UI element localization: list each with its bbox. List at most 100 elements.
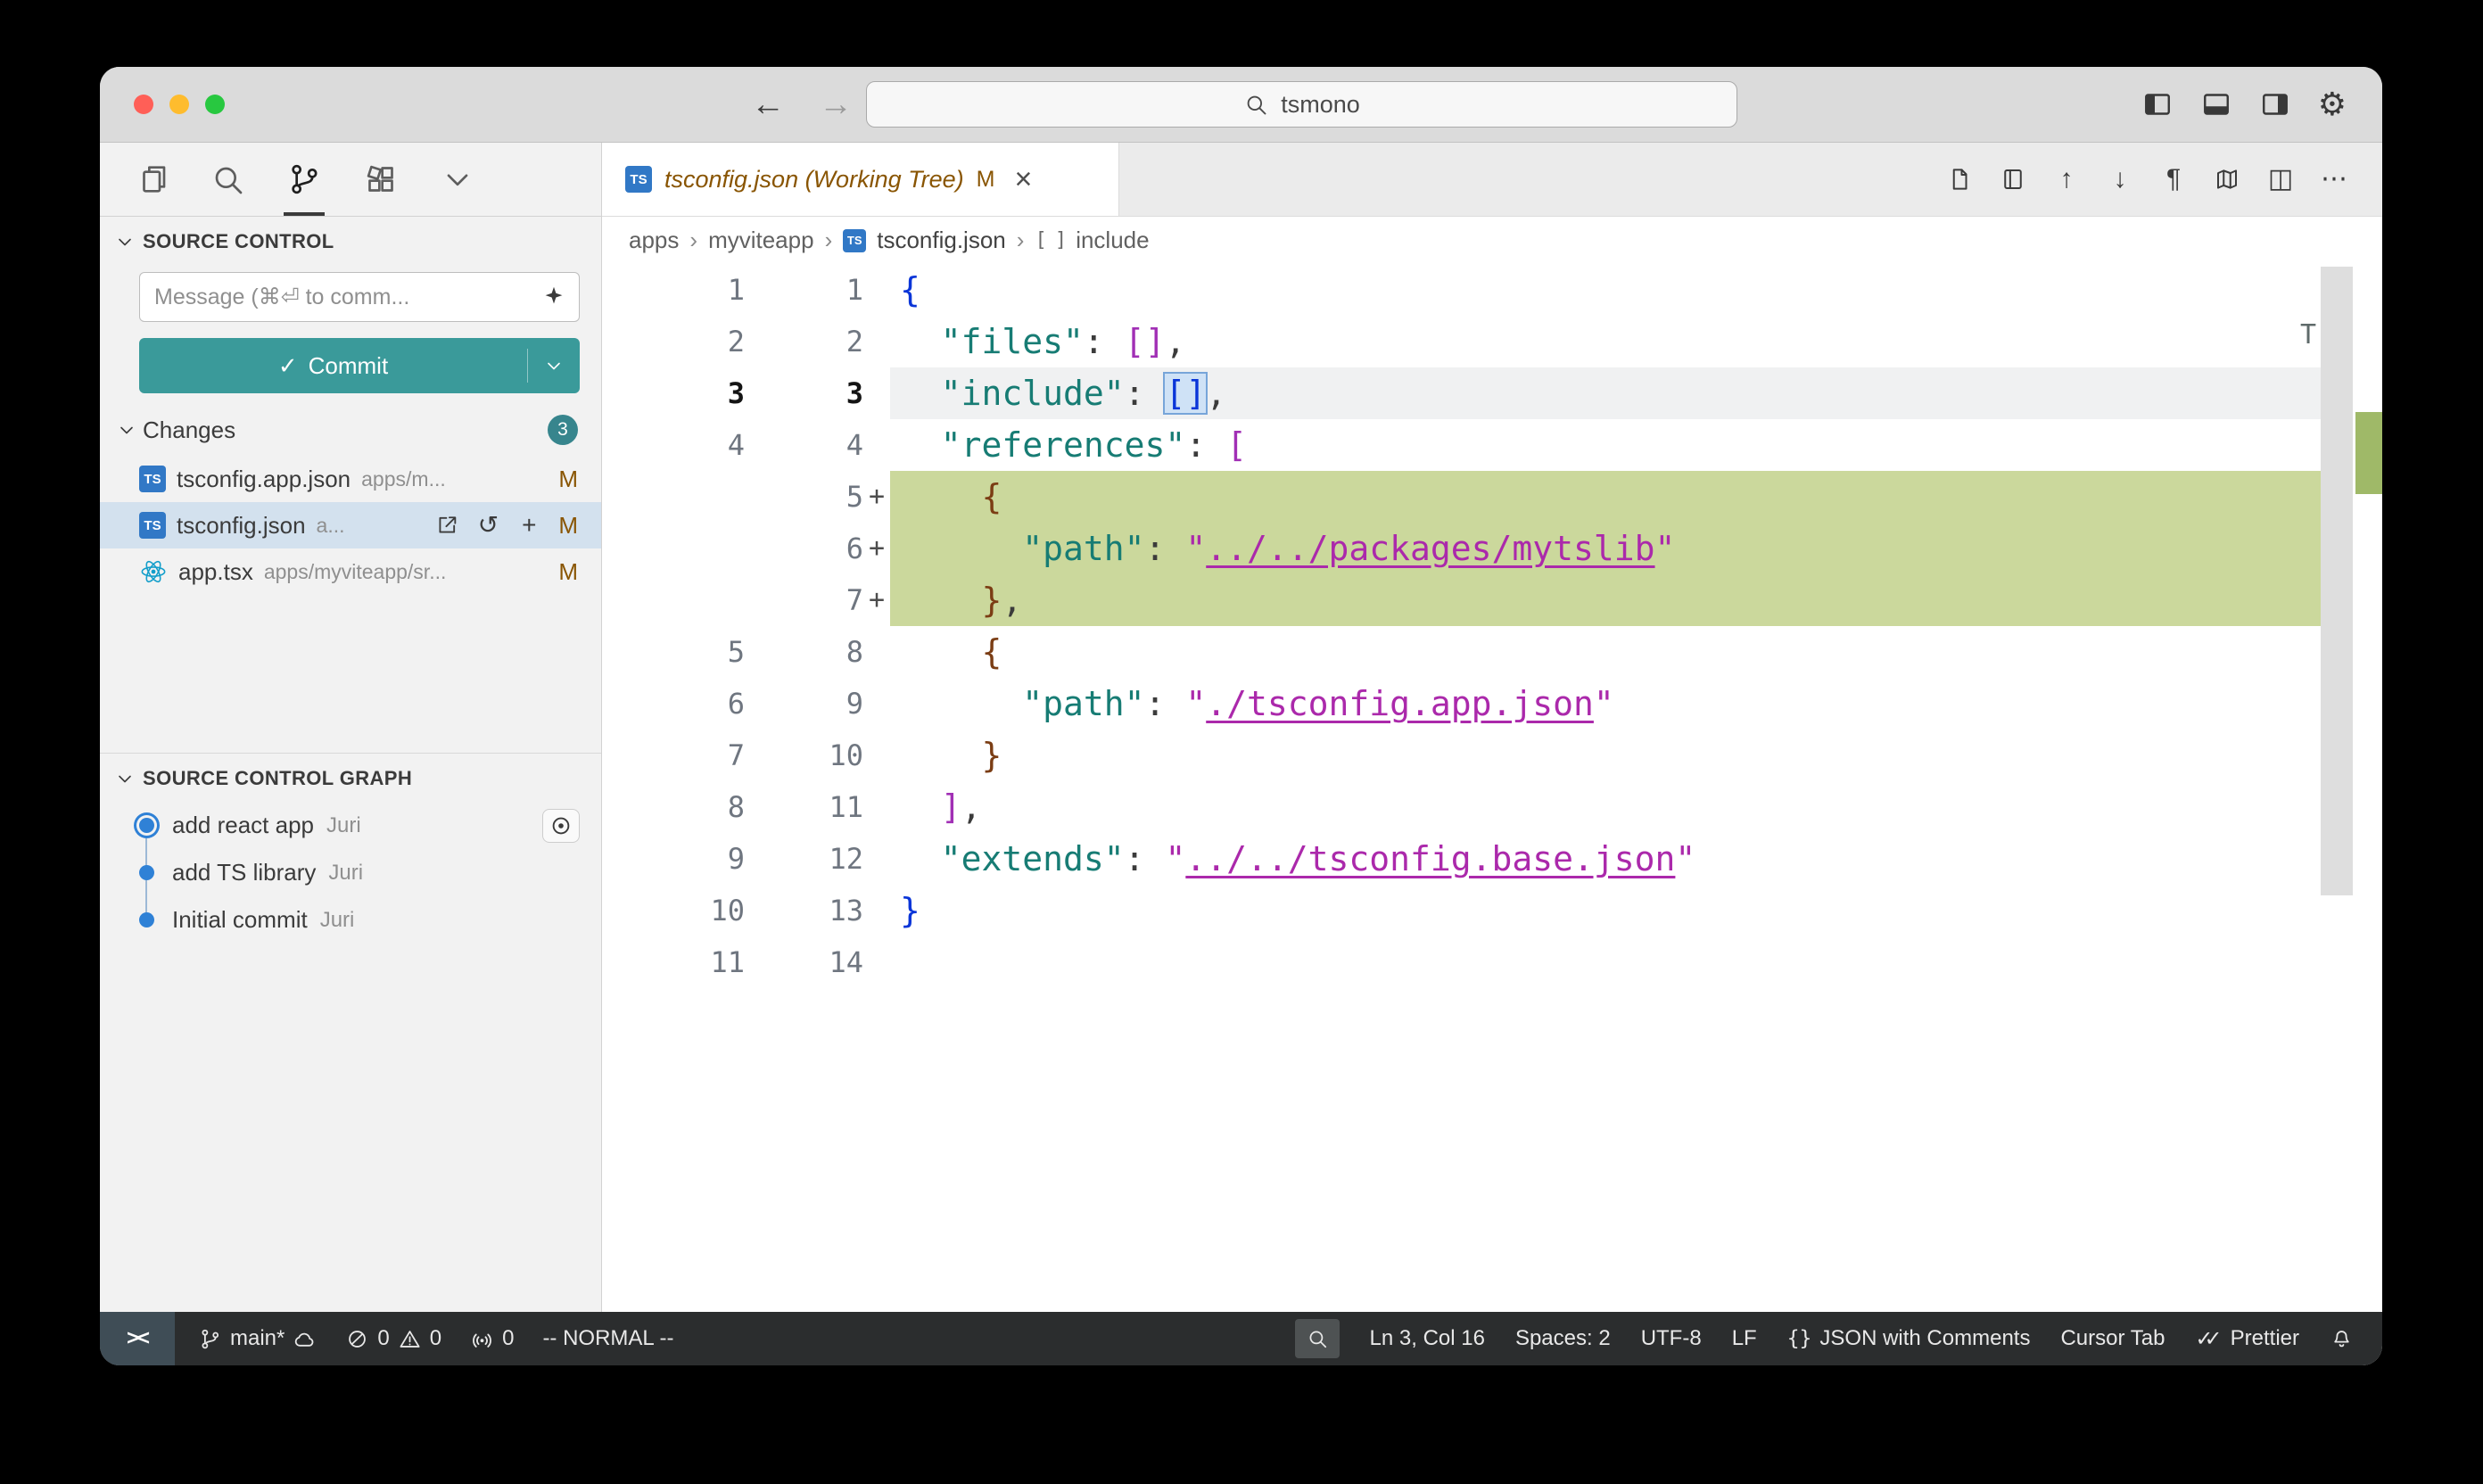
graph-title: SOURCE CONTROL GRAPH — [143, 767, 412, 790]
ports-status-item[interactable]: 0 — [470, 1326, 514, 1351]
problems-status-item[interactable]: 0 0 — [345, 1326, 441, 1351]
formatter-item[interactable]: ✓✓ Prettier — [2195, 1326, 2299, 1352]
breadcrumb-file[interactable]: tsconfig.json — [877, 227, 1006, 254]
code-line[interactable]: 44 "references": [ — [602, 419, 2321, 471]
toggle-secondary-sidebar-icon[interactable] — [2259, 88, 2291, 120]
code-line[interactable]: 7+ }, — [602, 574, 2321, 626]
commit-row[interactable]: Initial commitJuri — [100, 896, 601, 944]
new-line-number-cell: 6+ — [745, 523, 890, 574]
close-button[interactable] — [134, 95, 153, 114]
sparkle-icon[interactable] — [540, 284, 567, 310]
split-editor-icon[interactable]: ◫ — [2266, 165, 2295, 194]
changes-header[interactable]: Changes 3 — [100, 408, 601, 452]
commit-row[interactable]: add TS libraryJuri — [100, 849, 601, 896]
remote-indicator[interactable]: >< — [100, 1312, 175, 1365]
discard-changes-icon[interactable]: ↺ — [474, 512, 501, 539]
new-line-number: 8 — [745, 626, 863, 678]
code-line[interactable]: 811 ], — [602, 781, 2321, 833]
open-changes-icon[interactable] — [1945, 165, 1974, 194]
new-line-number-cell: 4 — [745, 419, 890, 471]
file-row[interactable]: TStsconfig.app.jsonapps/m...M — [100, 456, 601, 502]
encoding-item[interactable]: UTF-8 — [1641, 1326, 1702, 1351]
added-line-marker — [863, 626, 890, 678]
eol-item[interactable]: LF — [1732, 1326, 1757, 1351]
git-branch-icon — [198, 1327, 222, 1351]
code-line[interactable]: 58 { — [602, 626, 2321, 678]
more-actions-icon[interactable]: ⋯ — [2320, 165, 2348, 194]
extensions-icon[interactable] — [342, 143, 419, 216]
code-line[interactable]: 710 } — [602, 730, 2321, 781]
language-mode-item[interactable]: {} JSON with Comments — [1787, 1326, 2031, 1351]
command-center[interactable]: tsmono — [866, 81, 1737, 128]
more-views-chevron-icon[interactable] — [419, 143, 496, 216]
broadcast-icon — [470, 1327, 494, 1351]
code-line[interactable]: 11{ — [602, 264, 2321, 316]
file-row[interactable]: app.tsxapps/myviteapp/sr...M — [100, 548, 601, 595]
render-whitespace-icon[interactable]: ¶ — [2159, 165, 2188, 194]
cursor-tab-item[interactable]: Cursor Tab — [2060, 1326, 2165, 1351]
code-line[interactable]: 912 "extends": "../../tsconfig.base.json… — [602, 833, 2321, 885]
source-control-view-icon[interactable] — [266, 143, 342, 216]
forward-arrow-icon[interactable]: → — [819, 86, 853, 124]
editor-group: TS tsconfig.json (Working Tree) M × ↑ ↓ … — [602, 143, 2382, 1312]
code-text: "files": [], — [890, 316, 2321, 367]
old-line-number: 5 — [602, 626, 745, 678]
source-control-header[interactable]: SOURCE CONTROL — [100, 217, 601, 260]
added-line-marker — [863, 316, 890, 367]
file-path: apps/myviteapp/sr... — [264, 560, 447, 584]
commit-message-input[interactable] — [139, 272, 580, 322]
graph-header[interactable]: SOURCE CONTROL GRAPH — [100, 754, 601, 796]
toggle-primary-sidebar-icon[interactable] — [2141, 88, 2174, 120]
back-arrow-icon[interactable]: ← — [751, 86, 785, 124]
status-bar: >< main* 0 0 — [100, 1312, 2382, 1365]
code-line[interactable]: 22 "files": [], — [602, 316, 2321, 367]
diff-editor[interactable]: 11{22 "files": [],33 "include": [],44 "r… — [602, 264, 2382, 1312]
settings-gear-icon[interactable]: ⚙ — [2318, 88, 2347, 120]
cursor-position-item[interactable]: Ln 3, Col 16 — [1370, 1326, 1485, 1351]
breadcrumb-myviteapp[interactable]: myviteapp — [708, 227, 814, 254]
zoom-button[interactable] — [205, 95, 225, 114]
breadcrumb-separator: › — [825, 227, 833, 254]
file-row[interactable]: TStsconfig.jsona...↺+M — [100, 502, 601, 548]
commit-dropdown-chevron[interactable] — [528, 355, 580, 376]
commit-dot — [139, 912, 154, 928]
changes-label: Changes — [143, 416, 235, 444]
code-line[interactable]: 5+ { — [602, 471, 2321, 523]
tab-tsconfig-working-tree[interactable]: TS tsconfig.json (Working Tree) M × — [602, 143, 1119, 216]
title-bar: ← → tsmono ⚙ — [100, 67, 2382, 143]
scrollbar-thumb[interactable] — [2321, 267, 2353, 895]
commit-row[interactable]: add react appJuri — [100, 802, 601, 849]
breadcrumb-symbol[interactable]: include — [1076, 227, 1149, 254]
minimize-button[interactable] — [169, 95, 189, 114]
explorer-icon[interactable] — [112, 143, 189, 216]
checkout-commit-icon[interactable] — [542, 809, 580, 843]
braces-icon: {} — [1787, 1327, 1812, 1350]
toggle-panel-icon[interactable] — [2200, 88, 2232, 120]
open-file-icon[interactable] — [433, 512, 460, 539]
code-text: "path": "../../packages/mytslib" — [890, 523, 2321, 574]
indentation-item[interactable]: Spaces: 2 — [1515, 1326, 1611, 1351]
traffic-lights — [134, 95, 225, 114]
commit-dot — [139, 818, 154, 833]
code-line[interactable]: 69 "path": "./tsconfig.app.json" — [602, 678, 2321, 730]
code-line[interactable]: 33 "include": [], — [602, 367, 2321, 419]
zoom-status-item[interactable] — [1295, 1319, 1340, 1358]
check-icon: ✓ — [278, 352, 298, 380]
commit-button[interactable]: ✓ Commit — [139, 338, 580, 393]
close-tab-icon[interactable]: × — [1014, 164, 1032, 194]
search-view-icon[interactable] — [189, 143, 266, 216]
file-list: TStsconfig.app.jsonapps/m...MTStsconfig.… — [100, 456, 601, 595]
notebook-icon[interactable] — [1999, 165, 2027, 194]
stage-changes-icon[interactable]: + — [516, 512, 542, 539]
next-change-icon[interactable]: ↓ — [2106, 165, 2134, 194]
code-line[interactable]: 1013} — [602, 885, 2321, 936]
code-line[interactable]: 1114 — [602, 936, 2321, 988]
code-line[interactable]: 6+ "path": "../../packages/mytslib" — [602, 523, 2321, 574]
notifications-item[interactable] — [2330, 1327, 2354, 1351]
branch-status-item[interactable]: main* — [198, 1326, 317, 1351]
old-line-number: 9 — [602, 833, 745, 885]
map-icon[interactable] — [2213, 165, 2241, 194]
breadcrumb-apps[interactable]: apps — [629, 227, 679, 254]
previous-change-icon[interactable]: ↑ — [2052, 165, 2081, 194]
old-line-number — [602, 574, 745, 626]
